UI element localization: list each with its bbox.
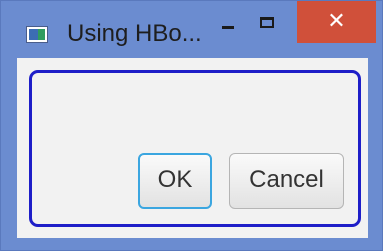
app-icon-green-panel [38,29,45,40]
ok-button[interactable]: OK [138,153,212,209]
cancel-button[interactable]: Cancel [229,153,344,209]
window-content: OK Cancel [17,58,368,238]
minimize-button[interactable] [214,1,244,41]
hbox-container: OK Cancel [29,70,361,227]
close-button[interactable]: ✕ [297,1,376,43]
app-icon [26,26,48,43]
minimize-icon [222,26,234,29]
maximize-button[interactable] [250,1,286,41]
app-window: Using HBo... ✕ OK Cancel [0,0,383,251]
title-bar[interactable]: Using HBo... ✕ [1,1,382,57]
app-icon-blue-panel [29,29,38,40]
window-title: Using HBo... [67,20,202,47]
maximize-icon [260,17,274,28]
close-icon: ✕ [327,9,346,34]
